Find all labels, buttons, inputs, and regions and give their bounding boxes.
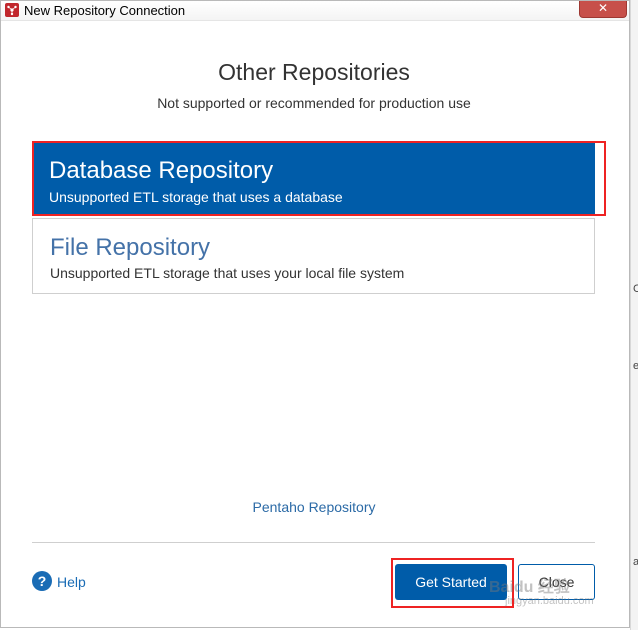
repo-option-database[interactable]: Database Repository Unsupported ETL stor… bbox=[32, 142, 595, 214]
pentaho-repository-link[interactable]: Pentaho Repository bbox=[1, 499, 627, 515]
repo-option-description: Unsupported ETL storage that uses your l… bbox=[50, 265, 405, 281]
repo-option-file[interactable]: File Repository Unsupported ETL storage … bbox=[32, 218, 595, 294]
background-text: C bbox=[633, 283, 638, 295]
background-text: e bbox=[633, 360, 638, 372]
repo-option-name: Database Repository bbox=[49, 157, 274, 184]
background-window-edge: C e a bbox=[630, 0, 638, 630]
get-started-button[interactable]: Get Started bbox=[395, 564, 507, 600]
pentaho-logo-icon bbox=[5, 3, 19, 17]
page-subtitle: Not supported or recommended for product… bbox=[157, 95, 471, 111]
footer-divider bbox=[32, 542, 595, 543]
repository-dialog: New Repository Connection ✕ Other Reposi… bbox=[0, 0, 630, 628]
close-button[interactable]: Close bbox=[518, 564, 595, 600]
repo-option-description: Unsupported ETL storage that uses a data… bbox=[49, 189, 343, 205]
repo-option-name: File Repository bbox=[50, 234, 211, 261]
help-icon: ? bbox=[32, 571, 52, 591]
background-text: a bbox=[633, 556, 638, 568]
page-title: Other Repositories bbox=[218, 59, 410, 85]
title-bar: New Repository Connection ✕ bbox=[1, 1, 629, 21]
window-title: New Repository Connection bbox=[24, 3, 186, 18]
window-close-button[interactable]: ✕ bbox=[579, 1, 627, 18]
help-label: Help bbox=[57, 574, 86, 590]
